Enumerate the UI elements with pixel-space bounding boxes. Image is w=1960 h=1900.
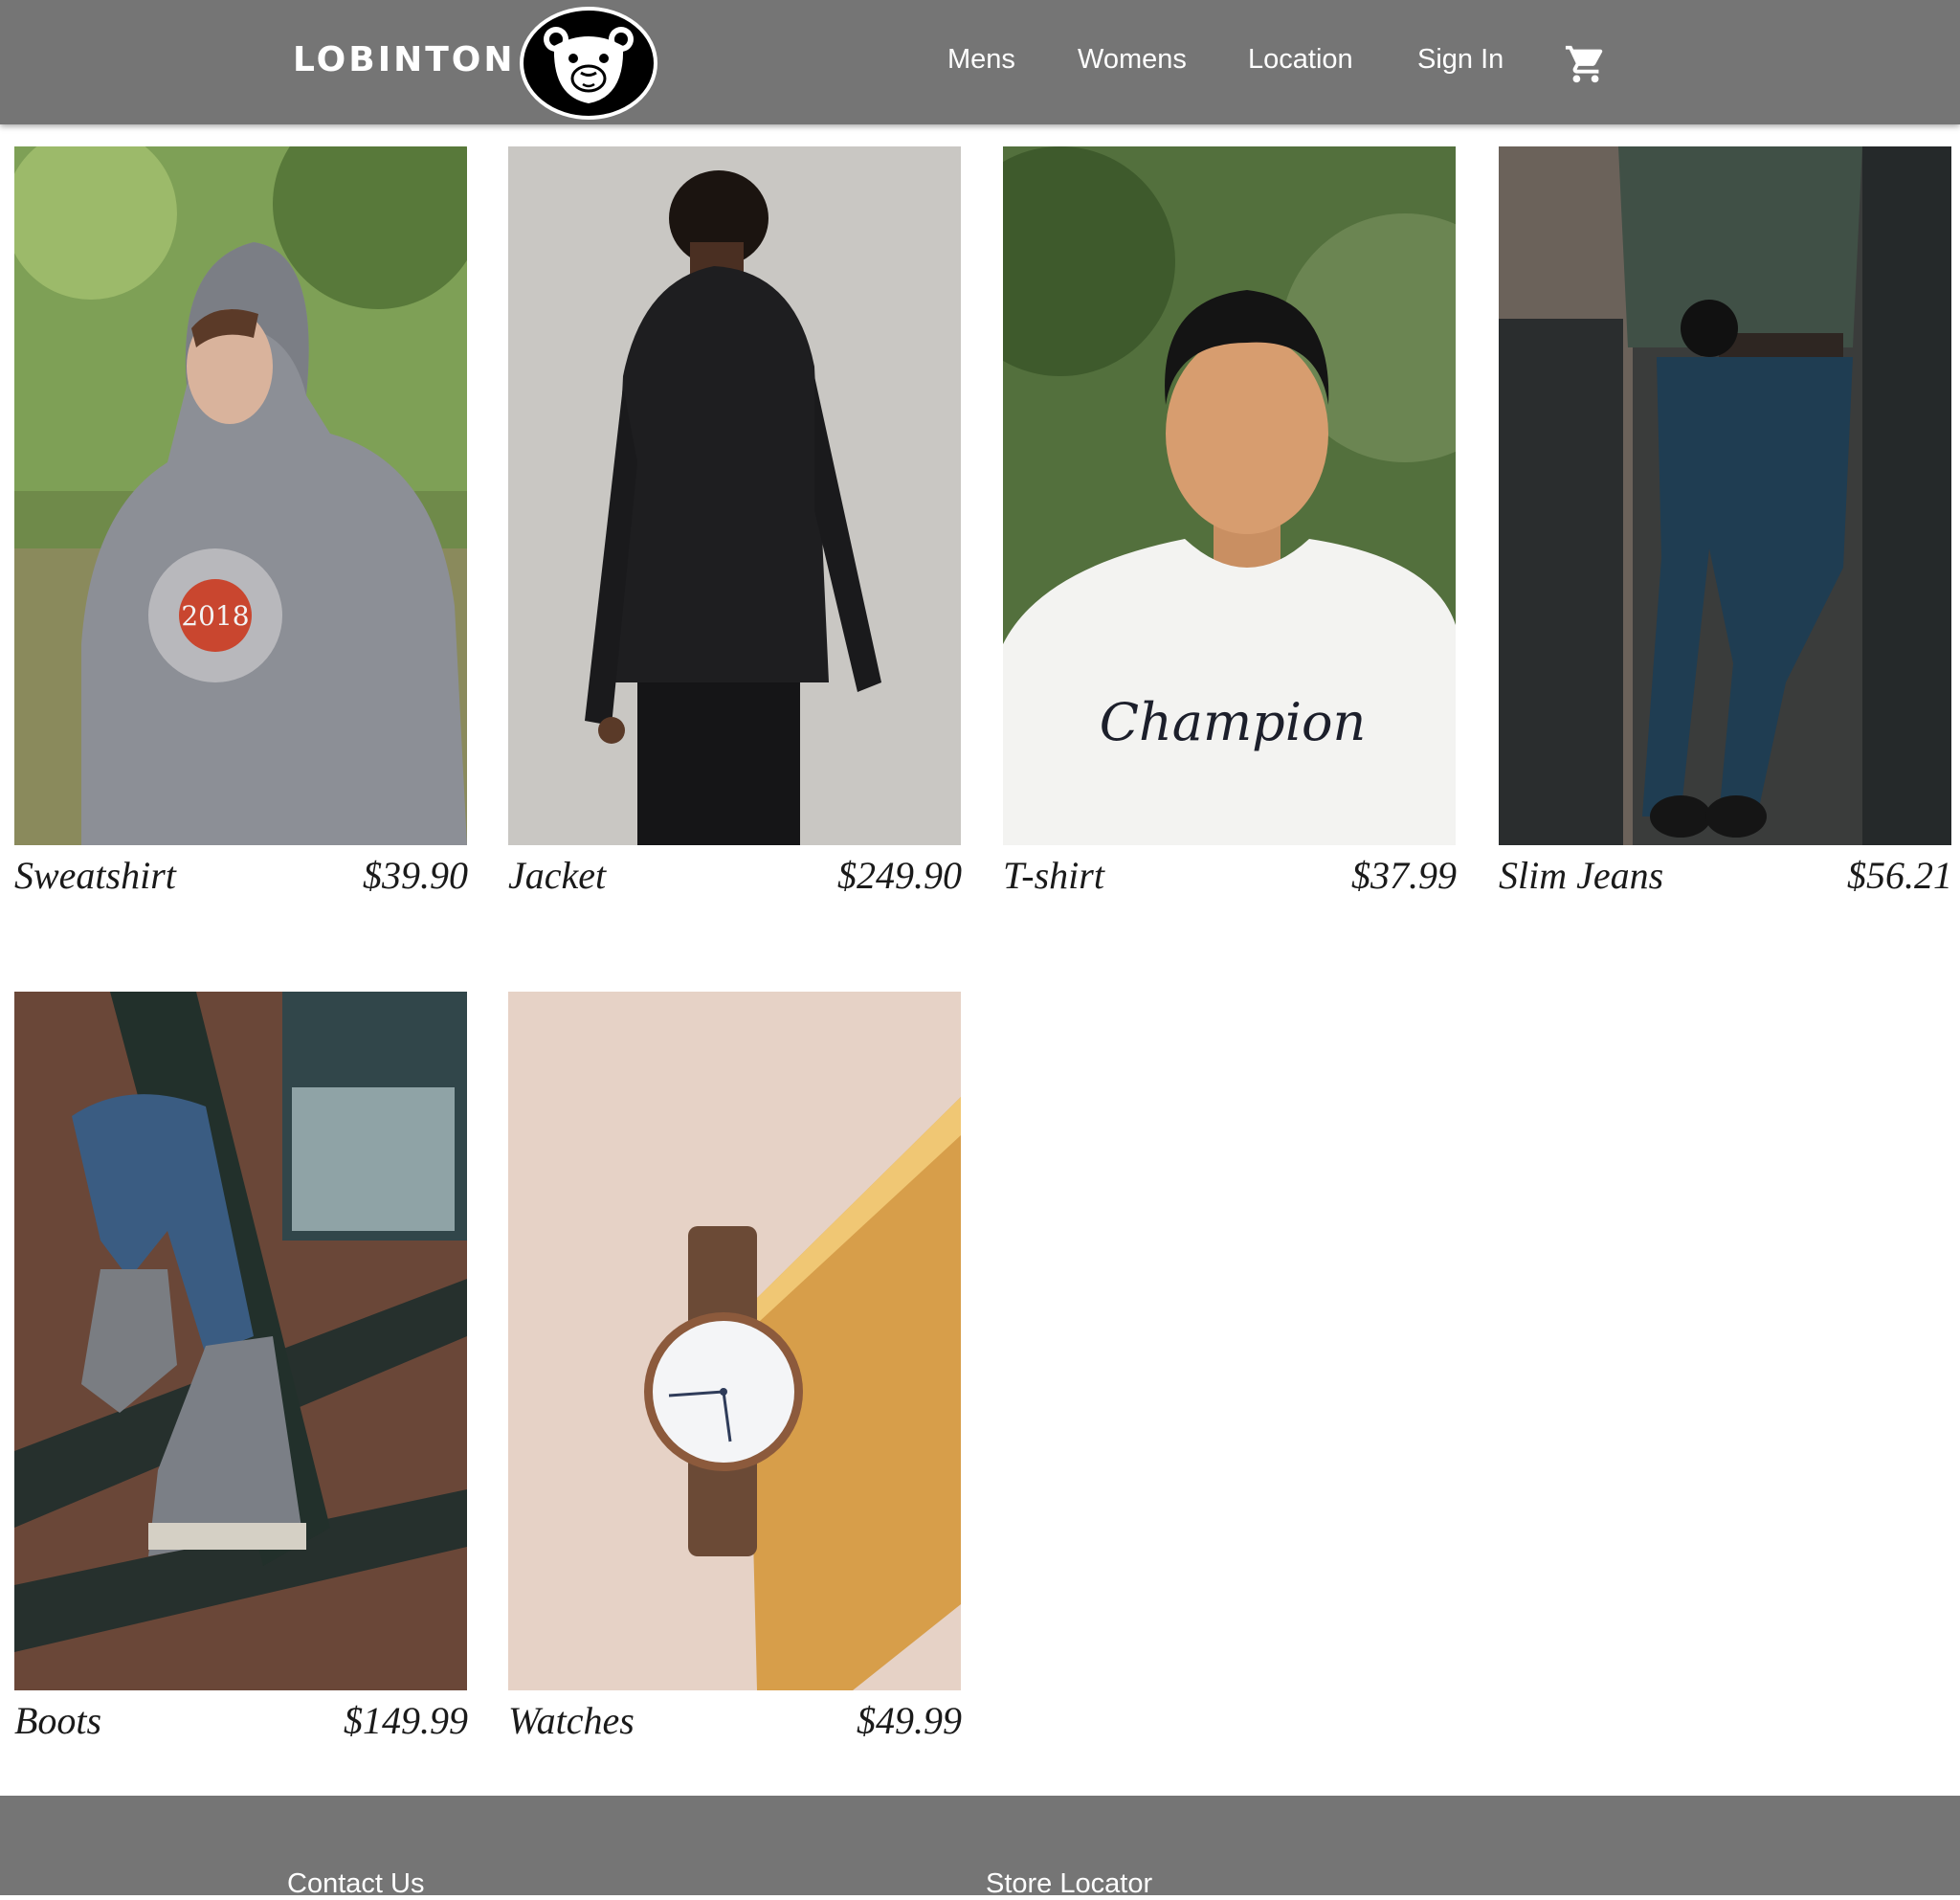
product-price: $56.21 [1847, 854, 1952, 897]
site-header: LOBINTON Mens Womens Location Sign In [0, 0, 1960, 124]
product-image-t-shirt[interactable]: Champion [1003, 146, 1456, 845]
product-image-sweatshirt[interactable]: 2018 [14, 146, 467, 845]
product-name[interactable]: Jacket [508, 853, 606, 898]
product-card-jacket[interactable]: Jacket $249.90 [508, 146, 962, 903]
product-price: $49.99 [857, 1699, 962, 1742]
product-info: Jacket $249.90 [508, 845, 962, 903]
product-card-t-shirt[interactable]: Champion T-shirt $37.99 [1003, 146, 1457, 903]
svg-text:2018: 2018 [181, 600, 249, 632]
product-name[interactable]: T-shirt [1003, 853, 1104, 898]
product-name[interactable]: Slim Jeans [1499, 853, 1663, 898]
nav-location[interactable]: Location [1248, 44, 1353, 76]
product-price: $39.90 [363, 854, 468, 897]
brand-name[interactable]: LOBINTON [293, 40, 516, 79]
product-card-slim-jeans[interactable]: Slim Jeans $56.21 [1499, 146, 1952, 903]
product-name[interactable]: Sweatshirt [14, 853, 176, 898]
product-info: T-shirt $37.99 [1003, 845, 1457, 903]
site-footer: Contact Us Store Locator [0, 1796, 1960, 1899]
nav-sign-in[interactable]: Sign In [1417, 44, 1503, 76]
product-info: Watches $49.99 [508, 1690, 962, 1748]
footer-contact-us[interactable]: Contact Us [287, 1868, 424, 1900]
product-image-watches[interactable] [508, 992, 961, 1690]
product-card-boots[interactable]: Boots $149.99 [14, 992, 468, 1748]
product-info: Boots $149.99 [14, 1690, 468, 1748]
footer-store-locator[interactable]: Store Locator [986, 1868, 1152, 1900]
product-name[interactable]: Boots [14, 1698, 101, 1743]
bear-face-logo-icon[interactable] [518, 6, 659, 121]
product-price: $249.90 [837, 854, 962, 897]
shopping-cart-icon[interactable] [1564, 42, 1608, 86]
product-image-boots[interactable] [14, 992, 467, 1690]
nav-womens[interactable]: Womens [1078, 44, 1187, 76]
product-info: Slim Jeans $56.21 [1499, 845, 1952, 903]
product-price: $149.99 [344, 1699, 468, 1742]
product-image-jacket[interactable] [508, 146, 961, 845]
product-name[interactable]: Watches [508, 1698, 635, 1743]
product-card-sweatshirt[interactable]: 2018 Sweatshirt $39.90 [14, 146, 468, 903]
product-card-watches[interactable]: Watches $49.99 [508, 992, 962, 1748]
nav-mens[interactable]: Mens [947, 44, 1015, 76]
product-price: $37.99 [1351, 854, 1457, 897]
product-info: Sweatshirt $39.90 [14, 845, 468, 903]
svg-text:Champion: Champion [1100, 692, 1367, 752]
product-image-slim-jeans[interactable] [1499, 146, 1951, 845]
